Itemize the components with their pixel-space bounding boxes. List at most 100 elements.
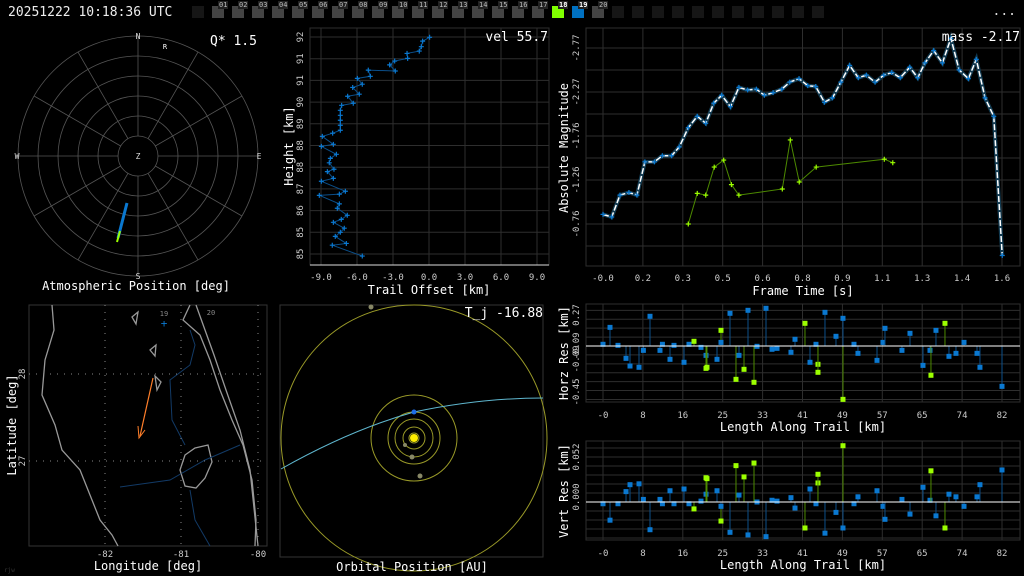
residual-point (815, 369, 821, 375)
residual-point (745, 532, 751, 538)
residual-point (763, 534, 769, 540)
x-tick-label: 1.6 (994, 274, 1010, 284)
y-tick-label: 0.000 (572, 483, 582, 510)
residual-point (727, 529, 733, 535)
x-tick-label: 8 (640, 549, 645, 559)
residual-point (946, 353, 952, 359)
residual-point (928, 372, 934, 378)
y-tick-label: -0.09 (572, 345, 582, 372)
y-tick-label: 85 (296, 227, 306, 238)
residual-point (733, 463, 739, 469)
residual-point (999, 383, 1005, 389)
x-tick-label: -0.0 (592, 274, 614, 284)
y-tick-label: 88 (296, 140, 306, 151)
residual-point (920, 484, 926, 490)
magnitude-line-station-18 (687, 139, 893, 225)
horz-res-ylabel: Horz Res [km] (557, 306, 571, 400)
residual-point (822, 309, 828, 315)
map-frame (28, 304, 268, 547)
x-tick-label: 65 (917, 549, 928, 559)
residual-point (704, 476, 710, 482)
residual-point (647, 527, 653, 533)
residual-point (745, 307, 751, 313)
residual-point (855, 350, 861, 356)
longitude-tick: -80 (250, 550, 266, 560)
x-tick-label: 1.1 (874, 274, 890, 284)
planet-icon (403, 443, 407, 447)
residual-point (815, 471, 821, 477)
x-tick-label: 0.5 (715, 274, 731, 284)
map-xlabel: Longitude [deg] (94, 559, 202, 573)
height-point (337, 117, 343, 123)
residual-point (899, 347, 905, 353)
residual-point (718, 503, 724, 509)
residual-point (999, 467, 1005, 473)
orbit-title: Orbital Position [AU] (336, 560, 488, 574)
station-r-label: R (163, 43, 168, 51)
x-tick-label: -9.0 (310, 273, 332, 283)
planet-icon (368, 304, 374, 310)
residual-point (882, 325, 888, 331)
residual-point (802, 320, 808, 326)
height-xlabel: Trail Offset [km] (368, 283, 491, 297)
y-tick-label: 90 (296, 97, 306, 108)
orbit-frame (279, 304, 544, 558)
magnitude-point (685, 221, 691, 227)
polar-title: Atmospheric Position [deg] (42, 279, 230, 293)
atmospheric-position-panel: N E S W Z R Q* 1.5 Atmospheric Position … (15, 32, 262, 293)
y-tick-label: 89 (296, 118, 306, 129)
residual-point (736, 492, 742, 498)
height-point (404, 50, 410, 56)
x-tick-label: 74 (957, 549, 968, 559)
residual-point (792, 505, 798, 511)
residual-point (788, 349, 794, 355)
residual-point (741, 474, 747, 480)
residual-point (874, 488, 880, 494)
height-ylabel: Height [km] (282, 106, 296, 185)
residual-point (840, 315, 846, 321)
height-point (336, 191, 342, 197)
residual-point (977, 364, 983, 370)
y-tick-label: 91 (296, 53, 306, 64)
residual-point (607, 324, 613, 330)
residual-point (840, 525, 846, 531)
residual-point (623, 355, 629, 361)
residual-point (751, 460, 757, 466)
station-19-marker-icon: + (161, 317, 168, 330)
planet-icon (417, 473, 423, 479)
x-tick-label: 0.8 (794, 274, 810, 284)
compass-e: E (257, 152, 262, 161)
y-tick-label: 0.052 (572, 443, 582, 470)
x-tick-label: -0 (598, 411, 609, 421)
magnitude-point (890, 160, 896, 166)
orbit-panel: T_j -16.88 Orbital Position [AU] (279, 304, 548, 574)
residual-point (636, 364, 642, 370)
station-20-label: 20 (207, 309, 215, 317)
residual-point (974, 350, 980, 356)
sun-icon (410, 434, 418, 442)
residual-point (623, 489, 629, 495)
zenith-label: Z (136, 152, 141, 161)
compass-n: N (136, 32, 141, 41)
residual-point (681, 359, 687, 365)
residual-point (714, 488, 720, 494)
height-point (336, 201, 342, 207)
residual-point (691, 338, 697, 344)
residual-point (636, 481, 642, 487)
vert-res-xlabel: Length Along Trail [km] (720, 558, 886, 572)
residual-point (736, 352, 742, 358)
residual-point (774, 498, 780, 504)
x-tick-label: 3.0 (457, 273, 473, 283)
height-point (342, 188, 348, 194)
height-line (319, 36, 430, 257)
residual-point (733, 376, 739, 382)
residual-point (627, 363, 633, 369)
x-tick-label: 8 (640, 411, 645, 421)
height-plot: -9.0 -6.0 -3.0 0.0 3.0 6.0 9.0 92 91 91 90 89 88 88 87… (282, 27, 550, 297)
x-tick-label: 1.4 (954, 274, 970, 284)
residual-point (953, 494, 959, 500)
y-tick-label: -2.27 (572, 78, 582, 105)
residual-point (718, 518, 724, 524)
y-tick-label: -2.77 (572, 34, 582, 61)
residual-point (718, 339, 724, 345)
